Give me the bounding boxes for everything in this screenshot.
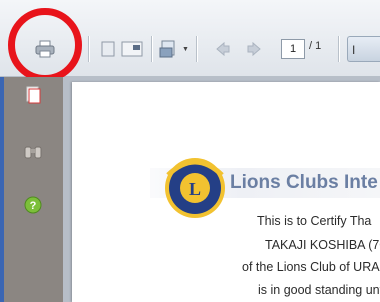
envelope-button[interactable] — [119, 38, 145, 60]
search-pane-button[interactable] — [22, 141, 44, 163]
next-page-button[interactable] — [244, 38, 264, 60]
lions-logo: L — [165, 158, 225, 218]
pages-icon — [26, 86, 41, 104]
text-cursor-icon: I — [352, 43, 356, 57]
navigation-pane — [0, 77, 63, 302]
separator — [88, 36, 89, 62]
svg-text:L: L — [189, 179, 201, 199]
separator — [196, 36, 197, 62]
panel-icon — [101, 41, 115, 57]
document-line-4: is in good standing unti — [258, 283, 380, 297]
document-line-1: This is to Certify Tha — [257, 214, 372, 228]
share-dropdown-button[interactable]: ▼ — [158, 38, 190, 60]
svg-text:?: ? — [30, 200, 37, 212]
document-line-2: TAKAJI KOSHIBA (70 — [265, 238, 380, 252]
document-line-3: of the Lions Club of URA — [242, 260, 380, 274]
page-number-input[interactable]: 1 — [281, 39, 305, 59]
envelope-icon — [121, 41, 143, 57]
pages-button[interactable] — [22, 84, 44, 106]
arrow-right-icon — [247, 41, 261, 57]
annotation-circle — [8, 8, 82, 82]
binoculars-icon — [24, 146, 42, 159]
chevron-down-icon: ▼ — [182, 45, 189, 53]
share-document-icon — [159, 40, 175, 58]
separator — [338, 36, 339, 62]
arrow-left-icon — [216, 41, 230, 57]
separator — [151, 36, 152, 62]
help-icon: ? — [24, 196, 42, 214]
select-tool-button[interactable]: I — [347, 36, 380, 62]
navigation-pane-accent — [0, 77, 4, 302]
previous-page-button[interactable] — [213, 38, 233, 60]
help-button[interactable]: ? — [22, 194, 44, 216]
panel-toggle-button[interactable] — [99, 38, 117, 60]
page-total: / 1 — [309, 40, 322, 52]
document-title: Lions Clubs Inte — [230, 172, 378, 193]
